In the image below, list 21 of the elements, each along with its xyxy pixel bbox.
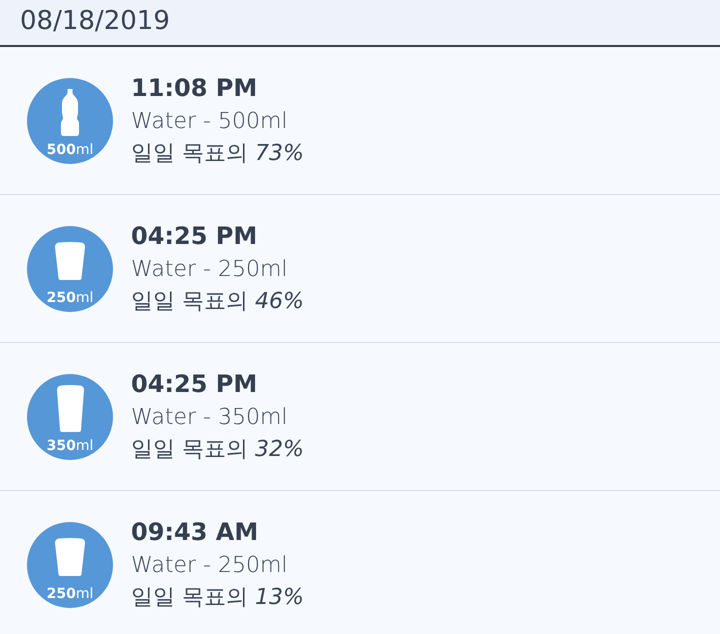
goal-percentage-text: 일일 목표의 73% — [131, 140, 304, 168]
entry-time: 11:08 PM — [131, 72, 258, 104]
entry-description: Water - 250ml — [131, 552, 288, 580]
goal-percentage-text: 일일 목표의 46% — [131, 288, 304, 316]
entry-time: 04:25 PM — [131, 368, 258, 400]
bottle-icon — [61, 89, 79, 136]
entry-description: Water - 500ml — [131, 108, 288, 136]
goal-percentage-text: 일일 목표의 13% — [131, 584, 304, 612]
volume-label: 350ml — [46, 438, 94, 452]
entry-time: 09:43 AM — [131, 516, 260, 548]
volume-label: 250ml — [46, 290, 94, 304]
goal-percentage-text: 일일 목표의 32% — [131, 436, 304, 464]
volume-label: 500ml — [46, 142, 94, 156]
cup-icon — [55, 242, 85, 280]
date-label: 08/18/2019 — [20, 6, 170, 36]
cup-icon — [56, 385, 84, 432]
entry-time: 04:25 PM — [131, 220, 258, 252]
volume-label: 250ml — [46, 586, 94, 600]
entry-description: Water - 350ml — [131, 404, 288, 432]
cup-icon — [55, 538, 85, 576]
entry-description: Water - 250ml — [131, 256, 288, 284]
